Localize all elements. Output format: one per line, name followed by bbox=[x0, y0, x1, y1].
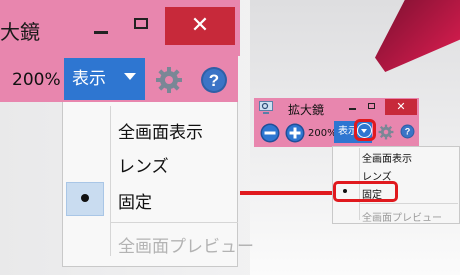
magnifier-app-icon bbox=[259, 101, 273, 114]
help-icon[interactable]: ? bbox=[400, 124, 415, 139]
close-button[interactable]: ✕ bbox=[165, 7, 235, 45]
menu-item-lens[interactable]: レンズ bbox=[118, 152, 169, 177]
dropdown-highlight-box bbox=[354, 119, 376, 141]
menu-item-fullscreen[interactable]: 全画面表示 bbox=[362, 150, 412, 165]
big-window-title: 大鏡 bbox=[0, 20, 40, 44]
svg-text:?: ? bbox=[209, 71, 219, 90]
menu-divider bbox=[110, 222, 238, 223]
menu-item-fullscreen[interactable]: 全画面表示 bbox=[118, 118, 203, 143]
callout-connector-line bbox=[240, 191, 332, 195]
zoom-level: 200% bbox=[308, 128, 337, 139]
help-icon[interactable]: ? bbox=[200, 66, 228, 94]
menu-divider bbox=[360, 203, 458, 204]
menu-item-fullscreen-preview: 全画面プレビュー bbox=[362, 213, 442, 224]
zoom-in-icon[interactable] bbox=[285, 123, 305, 143]
gear-icon[interactable] bbox=[155, 66, 183, 94]
zoom-out-icon[interactable] bbox=[260, 123, 280, 143]
menu-item-docked[interactable]: 固定 bbox=[118, 188, 152, 213]
minimize-icon[interactable] bbox=[349, 108, 356, 110]
maximize-icon[interactable] bbox=[368, 103, 375, 109]
selected-item-highlight-box bbox=[333, 181, 398, 202]
zoom-level: 200% bbox=[12, 70, 61, 90]
small-window-title: 拡大鏡 bbox=[288, 103, 325, 117]
maximize-icon[interactable] bbox=[134, 18, 148, 29]
chevron-down-icon[interactable] bbox=[124, 73, 136, 80]
check-dot-icon bbox=[81, 194, 89, 202]
display-button-label: 表示 bbox=[72, 69, 106, 89]
menu-gutter-divider bbox=[110, 106, 111, 256]
menu-item-fullscreen-preview: 全画面プレビュー bbox=[118, 237, 254, 257]
close-button[interactable]: ✕ bbox=[385, 99, 417, 115]
gear-icon[interactable] bbox=[378, 124, 394, 140]
minimize-icon[interactable] bbox=[94, 31, 108, 34]
svg-text:?: ? bbox=[405, 127, 411, 137]
